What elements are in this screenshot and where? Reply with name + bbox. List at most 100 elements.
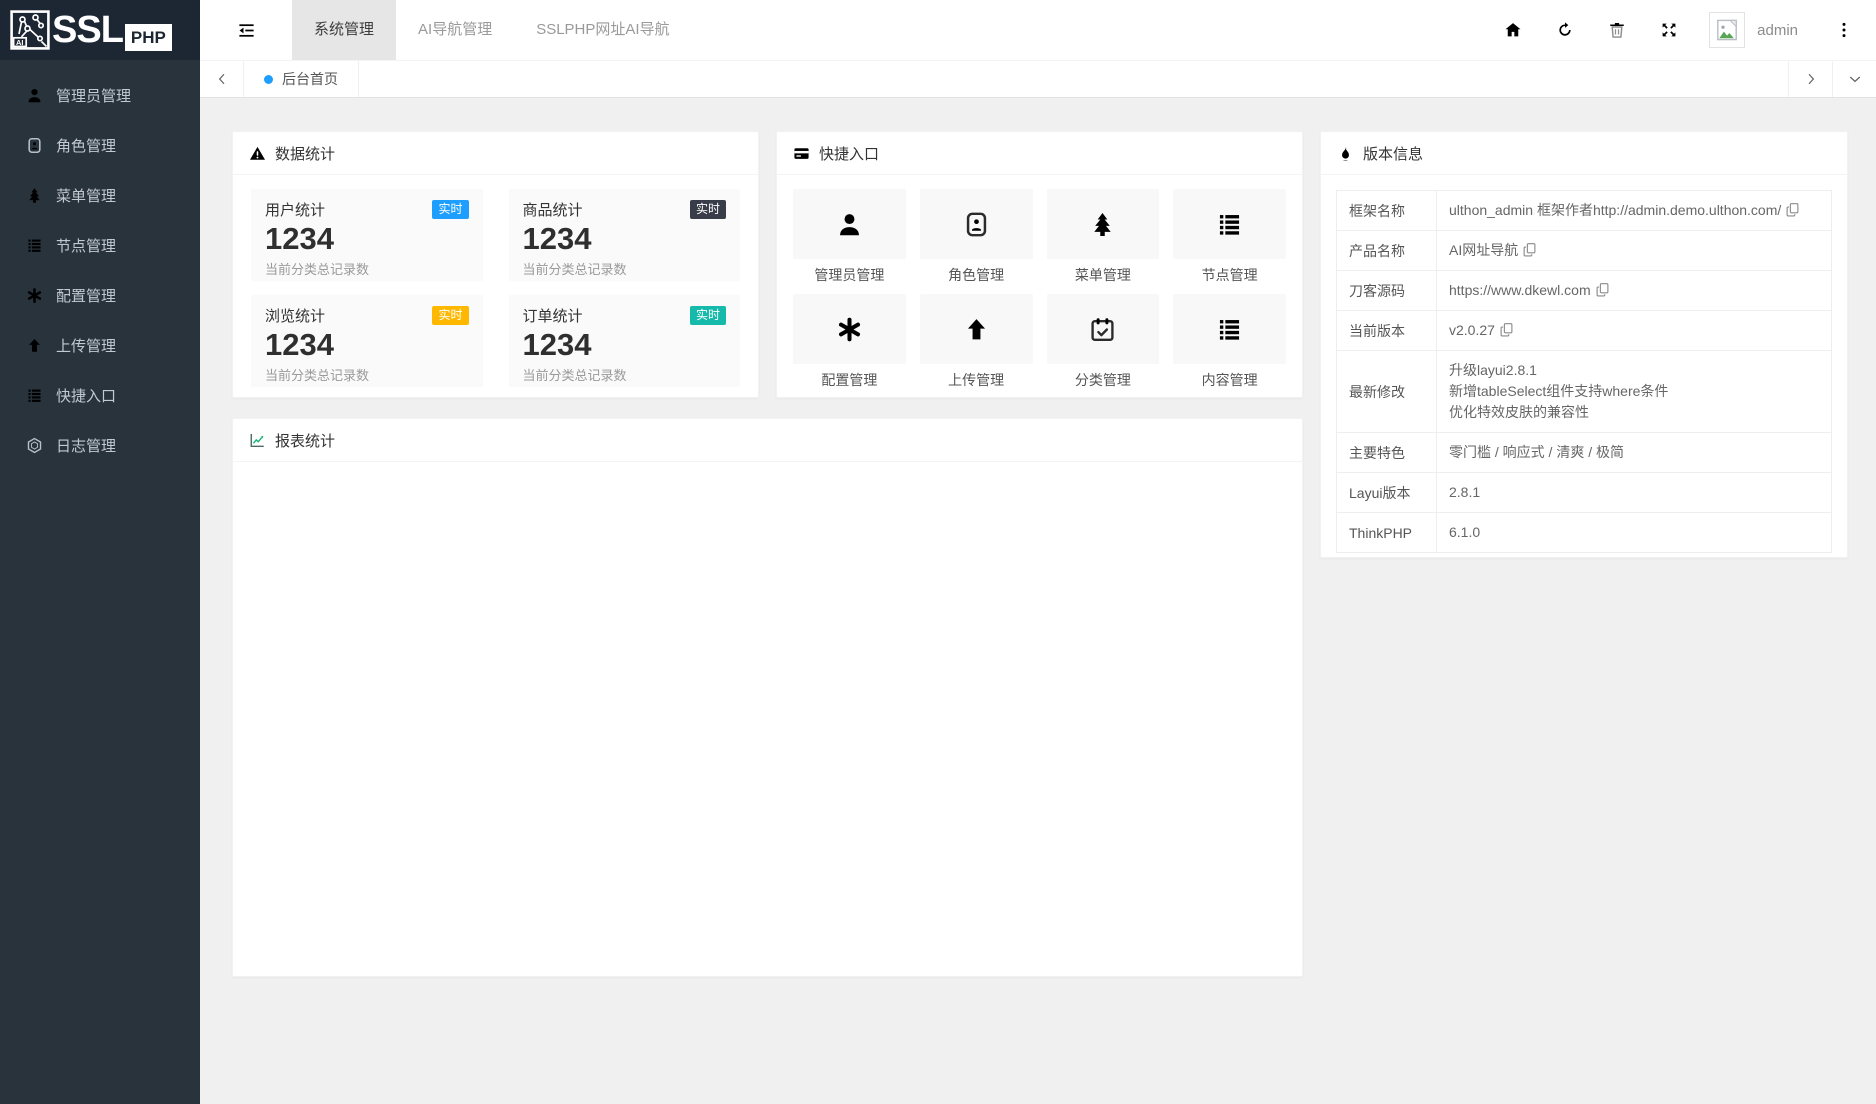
version-row-label: 当前版本	[1337, 311, 1437, 351]
fullscreen-button[interactable]	[1643, 0, 1695, 60]
topnav-tab-system[interactable]: 系统管理	[292, 0, 396, 60]
sidebar-item-label: 角色管理	[56, 135, 116, 156]
panel-title: 数据统计	[275, 143, 335, 164]
version-row-label: 刀客源码	[1337, 271, 1437, 311]
header: 系统管理 AI导航管理 SSLPHP网址AI导航 admin	[200, 0, 1876, 60]
home-button[interactable]	[1487, 0, 1539, 60]
version-row-value: https://www.dkewl.com	[1449, 282, 1591, 298]
panel-title: 快捷入口	[819, 143, 879, 164]
copy-icon[interactable]	[1595, 282, 1610, 297]
username[interactable]: admin	[1757, 22, 1798, 39]
quick-item-category[interactable]: 分类管理	[1047, 294, 1160, 390]
role-card-icon	[26, 137, 43, 154]
quick-item-upload[interactable]: 上传管理	[920, 294, 1033, 390]
user-icon	[26, 87, 43, 104]
quick-item-label: 上传管理	[920, 371, 1033, 390]
sidebar-item-roles[interactable]: 角色管理	[0, 120, 200, 170]
report-panel: 报表统计	[232, 418, 1303, 977]
warning-triangle-icon	[249, 145, 266, 162]
sidebar-item-menus[interactable]: 菜单管理	[0, 170, 200, 220]
list-icon	[26, 237, 43, 254]
list-icon	[1216, 316, 1243, 343]
sidebar-item-label: 菜单管理	[56, 185, 116, 206]
topnav-tab-ai-nav[interactable]: AI导航管理	[396, 0, 514, 60]
sidebar-item-upload[interactable]: 上传管理	[0, 320, 200, 370]
tabs-scroll-right-button[interactable]	[1788, 61, 1832, 97]
realtime-badge: 实时	[432, 306, 468, 325]
quick-item-label: 分类管理	[1047, 371, 1160, 390]
logo-text-main: SSL	[52, 10, 123, 50]
quick-item-content[interactable]: 内容管理	[1173, 294, 1286, 390]
version-row-value: 2.8.1	[1437, 473, 1832, 513]
tabs-menu-button[interactable]	[1832, 61, 1876, 97]
stat-card-orders: 订单统计 实时 1234 当前分类总记录数	[509, 295, 741, 387]
topnav-tab-sslphp-nav[interactable]: SSLPHP网址AI导航	[514, 0, 691, 60]
stat-title: 用户统计	[265, 199, 325, 220]
version-row-label: ThinkPHP	[1337, 513, 1437, 553]
quick-item-roles[interactable]: 角色管理	[920, 189, 1033, 285]
version-row-label: 产品名称	[1337, 231, 1437, 271]
sidebar-item-logs[interactable]: 日志管理	[0, 420, 200, 470]
avatar[interactable]	[1709, 12, 1745, 48]
app-logo[interactable]: SSL PHP	[0, 0, 200, 60]
chevron-down-icon	[1848, 72, 1862, 86]
sidebar-item-nodes[interactable]: 节点管理	[0, 220, 200, 270]
top-nav: 系统管理 AI导航管理 SSLPHP网址AI导航	[292, 0, 692, 60]
clear-cache-button[interactable]	[1591, 0, 1643, 60]
sidebar-menu: 管理员管理 角色管理 菜单管理 节点管理 配置管理 上传管理 快捷入口 日志管	[0, 60, 200, 470]
quick-item-nodes[interactable]: 节点管理	[1173, 189, 1286, 285]
quick-item-config[interactable]: 配置管理	[793, 294, 906, 390]
role-card-icon	[963, 211, 990, 238]
quick-item-admin[interactable]: 管理员管理	[793, 189, 906, 285]
stat-title: 浏览统计	[265, 305, 325, 326]
version-row-value: 升级layui2.8.1 新增tableSelect组件支持where条件 优化…	[1437, 351, 1832, 433]
stat-value: 1234	[523, 327, 727, 363]
sidebar-item-label: 配置管理	[56, 285, 116, 306]
report-panel-header: 报表统计	[233, 419, 1302, 462]
more-menu-button[interactable]	[1824, 0, 1864, 60]
sidebar-item-label: 节点管理	[56, 235, 116, 256]
quick-item-menus[interactable]: 菜单管理	[1047, 189, 1160, 285]
quick-panel-header: 快捷入口	[777, 132, 1302, 175]
table-row: ThinkPHP 6.1.0	[1337, 513, 1832, 553]
version-panel-header: 版本信息	[1321, 132, 1847, 175]
quick-item-label: 管理员管理	[793, 266, 906, 285]
menu-fold-icon	[237, 21, 256, 40]
table-row: Layui版本 2.8.1	[1337, 473, 1832, 513]
more-vertical-icon	[1835, 21, 1853, 39]
version-row-label: 框架名称	[1337, 191, 1437, 231]
tabs-scroll-left-button[interactable]	[200, 61, 244, 97]
version-panel: 版本信息 框架名称 ulthon_admin 框架作者http://admin.…	[1320, 131, 1848, 558]
calendar-check-icon	[1089, 316, 1116, 343]
chevron-left-icon	[215, 72, 229, 86]
sidebar-item-label: 管理员管理	[56, 85, 131, 106]
sidebar-item-admin[interactable]: 管理员管理	[0, 70, 200, 120]
tree-icon	[26, 187, 43, 204]
copy-icon[interactable]	[1785, 202, 1800, 217]
copy-icon[interactable]	[1499, 322, 1514, 337]
bank-card-icon	[793, 145, 810, 162]
refresh-button[interactable]	[1539, 0, 1591, 60]
upload-arrow-icon	[963, 316, 990, 343]
asterisk-icon	[836, 316, 863, 343]
sidebar-item-quick[interactable]: 快捷入口	[0, 370, 200, 420]
realtime-badge: 实时	[432, 200, 468, 219]
stat-card-views: 浏览统计 实时 1234 当前分类总记录数	[251, 295, 483, 387]
quick-grid: 管理员管理 角色管理 菜单管理 节点管理	[777, 175, 1302, 398]
stat-value: 1234	[265, 327, 469, 363]
quick-item-label: 角色管理	[920, 266, 1033, 285]
panel-title: 报表统计	[275, 430, 335, 451]
quick-item-label: 菜单管理	[1047, 266, 1160, 285]
trash-icon	[1608, 21, 1626, 39]
header-actions: admin	[1487, 0, 1876, 60]
version-row-value: AI网址导航	[1449, 242, 1518, 258]
page-tab-home[interactable]: 后台首页	[244, 61, 359, 97]
sidebar-item-config[interactable]: 配置管理	[0, 270, 200, 320]
version-row-label: 最新修改	[1337, 351, 1437, 433]
sidebar-collapse-button[interactable]	[200, 0, 292, 60]
stat-card-users: 用户统计 实时 1234 当前分类总记录数	[251, 189, 483, 281]
sidebar-item-label: 日志管理	[56, 435, 116, 456]
fire-icon	[1337, 145, 1354, 162]
version-table: 框架名称 ulthon_admin 框架作者http://admin.demo.…	[1336, 190, 1832, 553]
copy-icon[interactable]	[1522, 242, 1537, 257]
